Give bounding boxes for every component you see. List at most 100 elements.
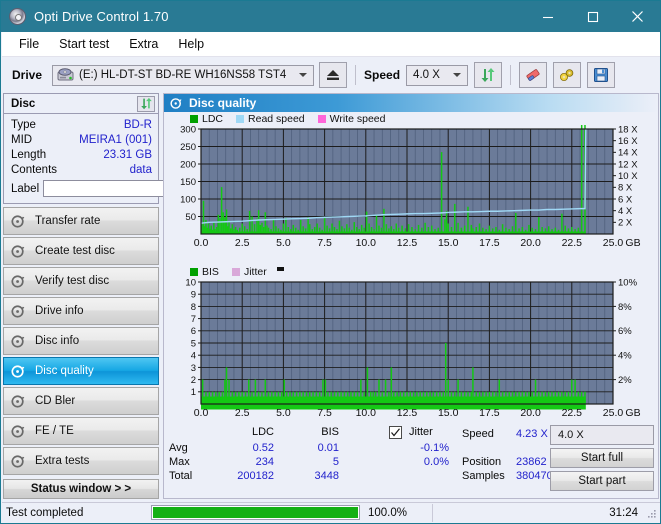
refresh-button[interactable] [474, 62, 503, 88]
sidebar-item-drive-info[interactable]: Drive info [3, 297, 159, 325]
disc-row-mid-key: MID [11, 133, 33, 146]
speed-select[interactable]: 4.0 X [406, 64, 469, 86]
sidebar-item-label: CD Bler [35, 395, 76, 407]
toolbar-divider-2 [510, 65, 512, 85]
eject-button[interactable] [319, 62, 348, 88]
menu-start-test[interactable]: Start test [50, 34, 118, 54]
disc-row-length-value: 23.31 GB [103, 148, 152, 161]
stats-jitter-max: 0.0% [423, 456, 449, 468]
legend-swatch-jitter [231, 268, 240, 276]
test-speed-select[interactable]: 4.0 X [550, 425, 654, 445]
svg-text:8%: 8% [618, 302, 632, 313]
svg-text:10.0: 10.0 [356, 237, 377, 249]
svg-text:22.5: 22.5 [562, 407, 583, 419]
tools-icon [560, 69, 574, 81]
progress-percent: 100.0% [368, 506, 408, 519]
sidebar-item-create-test-disc[interactable]: Create test disc [3, 237, 159, 265]
ldc-chart-legend: LDC Read speed Write speed [190, 113, 386, 125]
svg-text:8: 8 [191, 302, 196, 313]
legend-label-ldc: LDC [202, 113, 224, 125]
sidebar-item-label: FE / TE [35, 425, 74, 437]
stats-ldc-total: 200182 [237, 470, 274, 482]
maximize-button[interactable] [570, 1, 615, 32]
toolbar: Drive (E:) HL-DT-ST BD-RE WH16NS58 TST4 … [2, 58, 660, 92]
stats-jitter-avg: -0.1% [420, 442, 449, 454]
svg-text:GB: GB [625, 237, 640, 249]
bis-chart-plot: 1234 56789 10 2% 4% 6% 8% 10% 0.0 2.5 5.0 7.5 10.0 12… [185, 278, 640, 419]
disc-test-icon [11, 454, 25, 468]
window-title: Opti Drive Control 1.70 [34, 9, 169, 24]
start-part-button[interactable]: Start part [550, 471, 654, 491]
drive-select-value: (E:) HL-DT-ST BD-RE WH16NS58 TST4 [79, 69, 287, 81]
start-full-button[interactable]: Start full [550, 448, 654, 468]
status-window-button[interactable]: Status window > > [3, 479, 159, 499]
legend-label-bis: BIS [202, 266, 219, 278]
svg-text:7: 7 [191, 314, 196, 325]
disc-test-icon [11, 394, 25, 408]
legend-label-jitter: Jitter [243, 266, 267, 278]
disc-test-icon [11, 274, 25, 288]
sidebar-item-transfer-rate[interactable]: Transfer rate [3, 207, 159, 235]
svg-text:300: 300 [180, 125, 196, 135]
close-button[interactable] [615, 1, 660, 32]
chevron-down-icon [299, 73, 308, 77]
jitter-checkbox[interactable] [389, 426, 402, 439]
toolbar-divider-1 [355, 65, 357, 85]
menu-help[interactable]: Help [169, 34, 213, 54]
sidebar-item-extra-tests[interactable]: Extra tests [3, 447, 159, 475]
disc-label-key: Label [11, 182, 40, 195]
tools-button[interactable] [553, 62, 582, 88]
disc-row-type: Type BD-R [11, 117, 152, 132]
stats-header-ldc: LDC [251, 426, 274, 438]
svg-text:250: 250 [180, 142, 196, 153]
erase-button[interactable] [519, 62, 548, 88]
sidebar: Disc Type BD-R MID MEIRA1 (001) Length 2… [3, 93, 248, 499]
minimize-button[interactable] [525, 1, 570, 32]
disc-refresh-button[interactable] [137, 95, 155, 112]
app-window: Opti Drive Control 1.70 File Start test … [0, 0, 661, 524]
sidebar-item-fe-te[interactable]: FE / TE [3, 417, 159, 445]
disc-test-icon [11, 364, 25, 378]
disc-row-contents-key: Contents [11, 163, 58, 176]
speed-label: Speed [364, 68, 401, 82]
sidebar-item-disc-quality[interactable]: Disc quality [3, 357, 159, 385]
svg-text:22.5: 22.5 [562, 237, 583, 249]
svg-text:20.0: 20.0 [520, 407, 541, 419]
svg-text:12.5: 12.5 [397, 407, 418, 419]
title-bar: Opti Drive Control 1.70 [1, 1, 660, 32]
disc-info-box: Disc Type BD-R MID MEIRA1 (001) Length 2… [3, 93, 248, 204]
drive-select[interactable]: (E:) HL-DT-ST BD-RE WH16NS58 TST4 [52, 64, 315, 86]
resize-grip-icon[interactable] [647, 509, 657, 519]
progress-bar [151, 505, 360, 520]
save-button[interactable] [587, 62, 616, 88]
svg-text:2: 2 [191, 375, 196, 386]
status-divider [432, 503, 433, 522]
sidebar-item-verify-test-disc[interactable]: Verify test disc [3, 267, 159, 295]
svg-text:6 X: 6 X [618, 194, 633, 205]
svg-text:25.0: 25.0 [603, 407, 624, 419]
ldc-chart: LDC Read speed Write speed 50 100 150 200 25… [164, 113, 658, 253]
progress-bar-fill [153, 507, 358, 518]
stats-row-avg-label: Avg [169, 442, 188, 454]
svg-text:200: 200 [180, 159, 196, 170]
disc-row-mid-value: MEIRA1 (001) [79, 133, 152, 146]
sidebar-item-disc-info[interactable]: Disc info [3, 327, 159, 355]
sidebar-item-cd-bler[interactable]: CD Bler [3, 387, 159, 415]
eraser-icon [526, 69, 540, 81]
svg-text:25.0: 25.0 [603, 237, 624, 249]
svg-text:6: 6 [191, 326, 196, 337]
drive-icon [57, 67, 74, 80]
svg-text:9: 9 [191, 290, 196, 301]
disc-test-icon [11, 424, 25, 438]
sidebar-item-label: Drive info [35, 305, 84, 317]
jitter-label: Jitter [409, 426, 433, 438]
legend-label-read-speed: Read speed [248, 113, 305, 125]
window-controls [525, 1, 660, 32]
disc-row-mid: MID MEIRA1 (001) [11, 132, 152, 147]
svg-text:10.0: 10.0 [356, 407, 377, 419]
legend-swatch-bis [190, 268, 198, 276]
menu-file[interactable]: File [10, 34, 48, 54]
menu-extra[interactable]: Extra [120, 34, 167, 54]
stats-speed-label: Speed [462, 428, 494, 440]
svg-text:15.0: 15.0 [438, 237, 459, 249]
